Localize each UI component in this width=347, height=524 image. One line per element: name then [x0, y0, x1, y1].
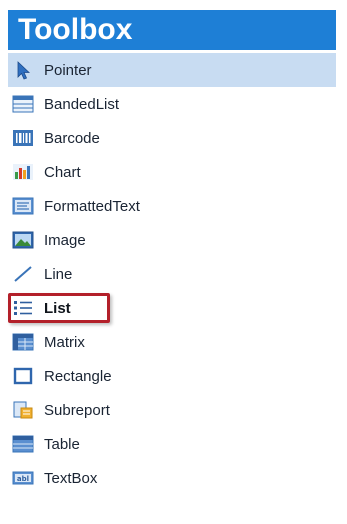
pointer-icon [12, 60, 34, 80]
toolbox-panel: Toolbox Pointer BandedList Barcode Chart… [8, 10, 336, 495]
toolbox-item-label: Matrix [44, 333, 85, 351]
toolbox-item-label: TextBox [44, 469, 98, 487]
toolbox-item-bandedlist[interactable]: BandedList [8, 87, 336, 121]
toolbox-item-label: Subreport [44, 401, 110, 419]
toolbox-item-label: FormattedText [44, 197, 140, 215]
toolbox-item-rectangle[interactable]: Rectangle [8, 359, 336, 393]
table-icon [12, 434, 34, 454]
toolbox-title: Toolbox [8, 10, 336, 50]
toolbox-item-matrix[interactable]: Matrix [8, 325, 336, 359]
toolbox-item-label: Table [44, 435, 80, 453]
toolbox-item-list: Pointer BandedList Barcode Chart Formatt… [8, 53, 336, 495]
toolbox-item-label: Image [44, 231, 86, 249]
toolbox-item-textbox[interactable]: abl TextBox [8, 461, 336, 495]
toolbox-item-formattedtext[interactable]: FormattedText [8, 189, 336, 223]
formatted-text-icon [12, 196, 34, 216]
toolbox-item-barcode[interactable]: Barcode [8, 121, 336, 155]
toolbox-item-image[interactable]: Image [8, 223, 336, 257]
banded-list-icon [12, 94, 34, 114]
toolbox-item-label: Rectangle [44, 367, 112, 385]
line-icon [12, 264, 34, 284]
toolbox-item-subreport[interactable]: Subreport [8, 393, 336, 427]
svg-text:abl: abl [17, 475, 29, 483]
toolbox-item-line[interactable]: Line [8, 257, 336, 291]
chart-icon [12, 162, 34, 182]
matrix-icon [12, 332, 34, 352]
toolbox-item-table[interactable]: Table [8, 427, 336, 461]
barcode-icon [12, 128, 34, 148]
toolbox-item-list[interactable]: List [8, 291, 336, 325]
toolbox-item-label: List [44, 299, 71, 317]
toolbox-item-label: Barcode [44, 129, 100, 147]
subreport-icon [12, 400, 34, 420]
toolbox-item-label: Line [44, 265, 73, 283]
toolbox-item-chart[interactable]: Chart [8, 155, 336, 189]
toolbox-item-label: BandedList [44, 95, 120, 113]
toolbox-item-label: Pointer [44, 61, 92, 79]
rectangle-icon [12, 366, 34, 386]
textbox-icon: abl [12, 468, 34, 488]
toolbox-item-label: Chart [44, 163, 81, 181]
image-icon [12, 230, 34, 250]
toolbox-item-pointer[interactable]: Pointer [8, 53, 336, 87]
list-icon [12, 298, 34, 318]
